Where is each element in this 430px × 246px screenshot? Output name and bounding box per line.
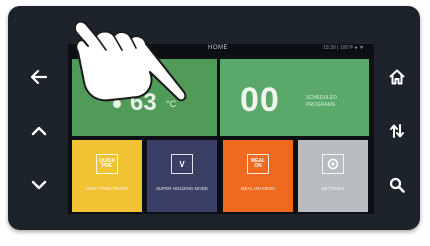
sync-arrows-icon[interactable] — [386, 120, 408, 142]
tile-label: SUPER HOLDING MODE — [155, 186, 208, 191]
tile-icon-text: V — [179, 159, 185, 169]
tile-settings[interactable]: SETTINGS — [298, 140, 368, 212]
settings-gear-icon — [322, 154, 344, 174]
tile-label: LIMIT FOOD READY — [85, 186, 129, 191]
chevron-up-icon[interactable] — [28, 120, 50, 142]
screen-title: HOME — [208, 45, 228, 51]
scheduled-programs-tile[interactable]: 00 SCHEDULED PROGRAMS — [220, 59, 369, 136]
pointing-hand-icon — [62, 10, 192, 110]
status-info: 15:30 | 100°F ● ▼ — [323, 45, 364, 51]
meal-on-icon: MEAL ON — [247, 154, 269, 174]
tile-quick-pre[interactable]: QUICK PRE LIMIT FOOD READY — [72, 140, 142, 212]
tile-meal-on[interactable]: MEAL ON MEAL ON MENU — [223, 140, 293, 212]
search-icon[interactable] — [386, 174, 408, 196]
programs-label: SCHEDULED PROGRAMS — [306, 95, 337, 108]
food-ready-icon: QUICK PRE — [96, 154, 118, 174]
tile-label: SETTINGS — [321, 186, 345, 191]
tile-super-holding[interactable]: V SUPER HOLDING MODE — [147, 140, 217, 212]
tile-icon-text: MEAL ON — [250, 158, 266, 169]
back-arrow-icon[interactable] — [28, 66, 50, 88]
home-icon[interactable] — [386, 66, 408, 88]
chevron-down-icon[interactable] — [28, 174, 50, 196]
holding-mode-icon: V — [171, 154, 193, 174]
tile-icon-text: QUICK PRE — [98, 158, 116, 169]
tile-label: MEAL ON MENU — [240, 186, 276, 191]
programs-count: 00 — [240, 81, 280, 119]
